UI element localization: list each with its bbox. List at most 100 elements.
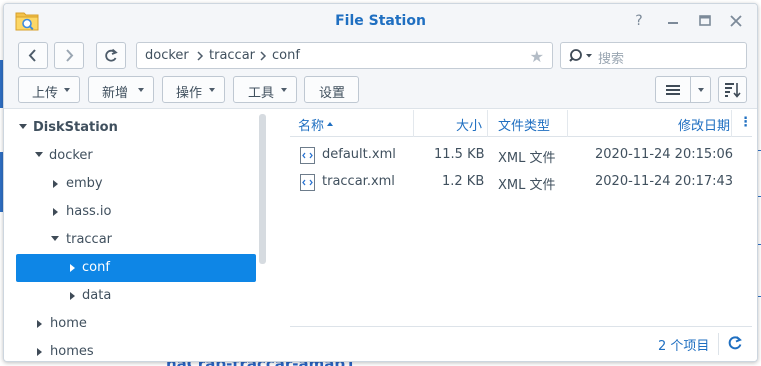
navigation-bar: docker traccar conf ★ 搜索 — [4, 38, 757, 74]
star-icon[interactable]: ★ — [530, 47, 544, 66]
forward-button[interactable] — [54, 42, 84, 69]
close-icon[interactable] — [727, 12, 745, 30]
caret-down-icon — [64, 88, 70, 92]
tree-item-label: conf — [82, 260, 110, 275]
search-input[interactable]: 搜索 — [560, 42, 747, 69]
folder-tree: DiskStation docker emby hass.io traccar … — [4, 110, 270, 361]
tree-item-hass-io[interactable]: hass.io — [4, 198, 254, 226]
tree-root-label: DiskStation — [33, 120, 118, 135]
tree-scrollbar[interactable] — [259, 114, 266, 264]
minimize-icon[interactable] — [664, 12, 682, 30]
collapse-arrow-icon[interactable] — [53, 180, 58, 188]
caret-down-icon[interactable] — [698, 88, 704, 92]
tools-label: 工具 — [248, 86, 275, 101]
column-divider — [413, 110, 414, 137]
sort-ascending-icon — [327, 122, 333, 126]
collapse-arrow-icon[interactable] — [70, 264, 75, 272]
expand-arrow-icon[interactable] — [51, 236, 59, 241]
breadcrumb-item[interactable]: traccar — [209, 48, 255, 63]
action-button[interactable]: 操作 — [162, 76, 225, 103]
chevron-right-icon — [66, 49, 74, 62]
collapse-arrow-icon[interactable] — [70, 292, 75, 300]
settings-button[interactable]: 设置 — [304, 76, 359, 103]
list-view-icon — [666, 85, 680, 95]
column-divider — [567, 110, 568, 137]
breadcrumb-separator-icon — [197, 51, 204, 61]
refresh-button[interactable] — [96, 42, 126, 69]
file-type: XML 文件 — [498, 178, 556, 193]
collapse-arrow-icon[interactable] — [37, 320, 42, 328]
breadcrumb-item[interactable]: docker — [145, 48, 189, 63]
create-button[interactable]: 新增 — [88, 76, 154, 103]
settings-label: 设置 — [319, 86, 346, 101]
xml-file-icon — [300, 147, 315, 164]
button-divider — [690, 77, 691, 102]
caret-down-icon — [138, 88, 144, 92]
tree-item-traccar[interactable]: traccar — [4, 226, 254, 254]
footer-divider — [718, 333, 719, 355]
upload-label: 上传 — [32, 86, 59, 101]
file-list-header: 名称 大小 文件类型 修改日期 ⋮ — [290, 110, 752, 137]
tree-item-docker[interactable]: docker — [4, 142, 254, 170]
column-divider — [487, 110, 488, 137]
refresh-icon — [105, 48, 118, 62]
refresh-icon[interactable] — [727, 335, 743, 351]
breadcrumb-separator-icon — [260, 51, 267, 61]
file-list-footer: 2 个项目 — [290, 326, 752, 359]
tools-button[interactable]: 工具 — [233, 76, 297, 103]
tree-item-label: homes — [50, 344, 94, 359]
caret-down-icon — [209, 88, 215, 92]
title-bar[interactable]: File Station ? — [4, 4, 757, 38]
file-name: default.xml — [322, 147, 396, 162]
file-list: 名称 大小 文件类型 修改日期 ⋮ default.xml 11.5 KB XM… — [290, 110, 757, 361]
item-count: 2 个项目 — [658, 339, 710, 354]
file-station-window: File Station ? docker traccar conf ★ 搜索 … — [3, 3, 758, 362]
collapse-arrow-icon[interactable] — [37, 348, 42, 356]
tree-item-label: hass.io — [66, 204, 112, 219]
column-header-type[interactable]: 文件类型 — [498, 115, 550, 134]
create-label: 新增 — [102, 86, 129, 101]
expand-arrow-icon[interactable] — [35, 152, 43, 157]
column-header-size[interactable]: 大小 — [456, 115, 482, 134]
search-placeholder: 搜索 — [598, 52, 625, 67]
tree-item-label: docker — [49, 148, 93, 163]
file-name: traccar.xml — [322, 174, 395, 189]
column-header-name[interactable]: 名称 — [298, 115, 324, 134]
search-icon — [569, 49, 592, 62]
help-icon[interactable]: ? — [630, 12, 648, 30]
tree-item-data[interactable]: data — [4, 282, 254, 310]
collapse-arrow-icon[interactable] — [53, 208, 58, 216]
xml-file-icon — [300, 174, 315, 191]
file-modified: 2020-11-24 20:17:43 — [595, 174, 734, 189]
file-type: XML 文件 — [498, 151, 556, 166]
tree-item-label: data — [82, 288, 112, 303]
chevron-left-icon — [28, 49, 36, 62]
column-divider — [731, 110, 732, 137]
tree-item-emby[interactable]: emby — [4, 170, 254, 198]
expand-arrow-icon[interactable] — [19, 124, 27, 129]
sort-icon — [725, 83, 741, 98]
tree-item-label: home — [50, 316, 87, 331]
toolbar: 上传 新增 操作 工具 设置 — [4, 74, 757, 109]
file-modified: 2020-11-24 20:15:06 — [595, 147, 734, 162]
back-button[interactable] — [18, 42, 48, 69]
sort-button[interactable] — [718, 76, 747, 103]
maximize-icon[interactable] — [696, 12, 714, 30]
file-size: 1.2 KB — [442, 174, 485, 189]
upload-button[interactable]: 上传 — [18, 76, 80, 103]
tree-item-home[interactable]: home — [4, 310, 254, 338]
tree-item-homes[interactable]: homes — [4, 338, 254, 361]
path-bar[interactable]: docker traccar conf ★ — [136, 42, 553, 69]
file-size: 11.5 KB — [434, 147, 485, 162]
table-row[interactable]: traccar.xml 1.2 KB XML 文件 2020-11-24 20:… — [290, 168, 752, 196]
column-header-modified[interactable]: 修改日期 — [678, 115, 730, 134]
tree-item-conf[interactable]: conf — [16, 254, 256, 282]
view-mode-button[interactable] — [655, 76, 711, 103]
breadcrumb-item-current[interactable]: conf — [272, 48, 300, 63]
tree-item-label: traccar — [66, 232, 113, 247]
tree-item-label: emby — [66, 176, 103, 191]
table-row[interactable]: default.xml 11.5 KB XML 文件 2020-11-24 20… — [290, 141, 752, 169]
caret-down-icon — [281, 88, 287, 92]
tree-root-diskstation[interactable]: DiskStation — [4, 114, 254, 142]
column-options-icon[interactable]: ⋮ — [739, 115, 752, 130]
